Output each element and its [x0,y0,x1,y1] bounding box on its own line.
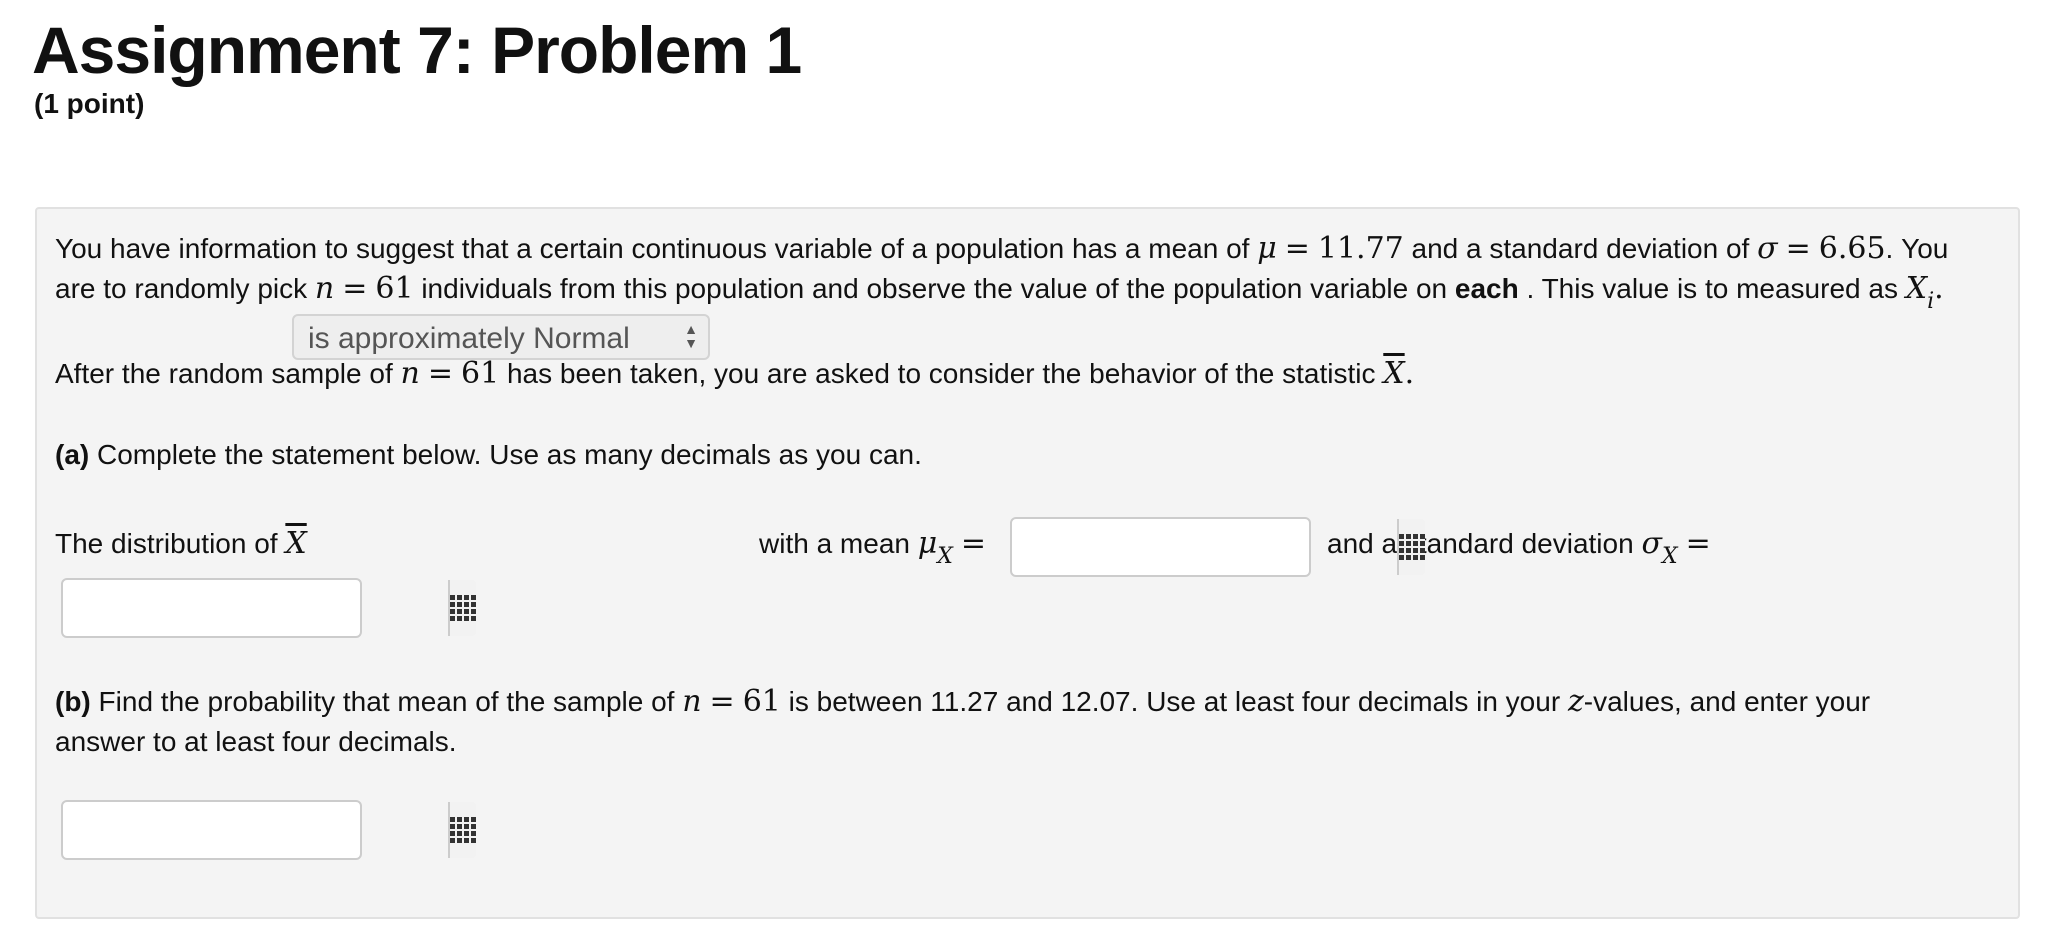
part-a-statement-start: The distribution of X [55,526,307,561]
part-a-prompt: (a) Complete the statement below. Use as… [55,439,922,470]
sample-size-value: 61 [375,271,414,306]
mean-answer-group [1010,517,1425,577]
distribution-select[interactable]: is approximately Normal ▲ ▼ [292,314,710,360]
equation-editor-button[interactable] [1397,519,1425,575]
probability-answer-input[interactable] [63,802,448,858]
problem-intro-line-1: You have information to suggest that a c… [55,231,1949,266]
grid-icon [450,817,476,843]
grid-icon [1399,534,1425,560]
equation-editor-button[interactable] [448,802,476,858]
part-b-prompt-line-2: answer to at least four decimals. [55,726,457,757]
mean-answer-input[interactable] [1012,519,1397,575]
sd-answer-group [61,578,476,638]
part-a-statement-mean: with a mean μX = [759,526,987,569]
sample-statement: After the random sample of n = 61 has been… [55,356,1415,391]
probability-answer-group [61,800,476,860]
points-label: (1 point) [34,88,145,119]
equation-editor-button[interactable] [448,580,476,636]
grid-icon [450,595,476,621]
distribution-select-value: is approximately Normal [308,322,630,355]
part-b-prompt-line-1: (b) Find the probability that mean of th… [55,684,1871,719]
sd-answer-input[interactable] [63,580,448,636]
select-updown-icon: ▲ ▼ [684,321,698,351]
xbar-symbol: X [1383,356,1405,391]
page-title: Assignment 7: Problem 1 [32,13,802,87]
population-sd-value: 6.65 [1818,231,1886,266]
population-mean-value: 11.77 [1317,231,1404,266]
